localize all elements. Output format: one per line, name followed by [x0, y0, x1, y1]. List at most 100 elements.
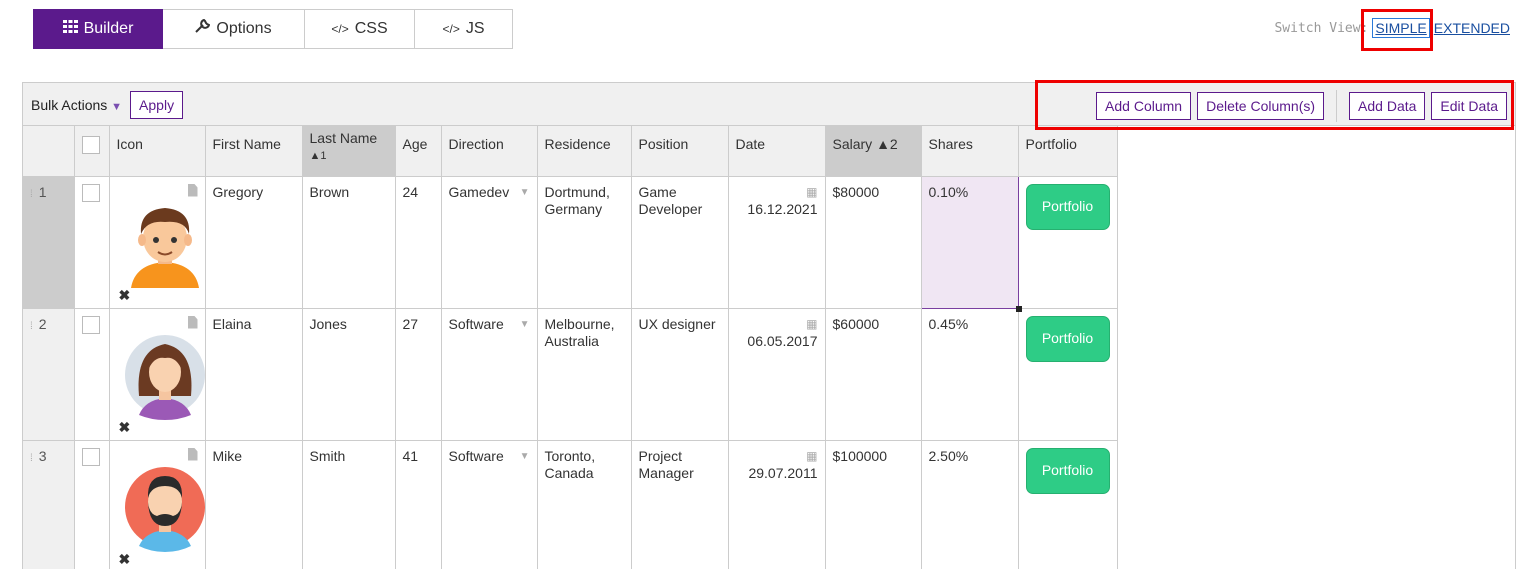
dropdown-arrow-icon[interactable]: ▼ [520, 184, 530, 201]
cell-age[interactable]: 41 [395, 440, 442, 569]
cell-last-name[interactable]: Brown [302, 176, 396, 309]
header-residence[interactable]: Residence [537, 126, 632, 177]
cell-icon[interactable]: ✖ [109, 176, 206, 309]
dropdown-arrow-icon[interactable]: ▼ [520, 316, 530, 333]
cell-direction[interactable]: Gamedev ▼ [441, 176, 538, 309]
fill-handle[interactable] [1015, 305, 1022, 312]
direction-value: Gamedev [448, 183, 510, 200]
file-icon[interactable] [187, 183, 198, 197]
cell-first-name[interactable]: Elaina [205, 308, 303, 441]
header-salary[interactable]: Salary ▲2 [825, 126, 922, 177]
cell-salary[interactable]: $80000 [825, 176, 922, 309]
header-shares[interactable]: Shares [921, 126, 1019, 177]
header-position[interactable]: Position [631, 126, 729, 177]
cell-date[interactable]: ▦ 06.05.2017 [728, 308, 826, 441]
tab-js-label: JS [465, 20, 485, 37]
header-last-name-label: Last Name [309, 130, 378, 146]
header-age[interactable]: Age [395, 126, 442, 177]
tab-css[interactable]: </> CSS [305, 9, 415, 49]
add-data-button[interactable]: Add Data [1349, 92, 1426, 120]
tab-css-label: CSS [354, 20, 388, 37]
add-column-button[interactable]: Add Column [1096, 92, 1192, 120]
cell-date[interactable]: ▦ 29.07.2011 [728, 440, 826, 569]
cell-residence[interactable]: Melbourne, Australia [537, 308, 632, 441]
header-date[interactable]: Date [728, 126, 826, 177]
cell-salary[interactable]: $100000 [825, 440, 922, 569]
cell-icon[interactable]: ✖ [109, 440, 206, 569]
cell-last-name[interactable]: Smith [302, 440, 396, 569]
cell-direction[interactable]: Software ▼ [441, 440, 538, 569]
header-select-all[interactable] [74, 126, 110, 177]
row-number[interactable]: ⁞ 2 [23, 308, 75, 441]
cell-age[interactable]: 24 [395, 176, 442, 309]
header-icon[interactable]: Icon [109, 126, 206, 177]
cell-age[interactable]: 27 [395, 308, 442, 441]
calendar-icon[interactable]: ▦ [736, 184, 817, 201]
row-select[interactable] [74, 308, 110, 441]
wrench-icon [195, 18, 211, 39]
cell-shares[interactable]: 2.50% [921, 440, 1019, 569]
table-row: ⁞ 2 ✖ Elaina Jones 27 Software ▼ Melbour… [23, 308, 1118, 441]
row-checkbox[interactable] [81, 183, 100, 202]
cell-direction[interactable]: Software ▼ [441, 308, 538, 441]
cell-position[interactable]: Project Manager [631, 440, 729, 569]
cell-position[interactable]: UX designer [631, 308, 729, 441]
header-rownum [23, 126, 75, 177]
bulk-actions-label: Bulk Actions [31, 97, 108, 113]
header-portfolio[interactable]: Portfolio [1018, 126, 1118, 177]
header-last-name[interactable]: Last Name ▲1 [302, 126, 396, 177]
apply-button[interactable]: Apply [130, 91, 184, 119]
cell-position[interactable]: Game Developer [631, 176, 729, 309]
row-number[interactable]: ⁞ 3 [23, 440, 75, 569]
toolbar-divider [1336, 90, 1338, 122]
row-select[interactable] [74, 176, 110, 309]
cell-last-name[interactable]: Jones [302, 308, 396, 441]
tab-options-label: Options [216, 20, 272, 37]
cell-shares[interactable]: 0.45% [921, 308, 1019, 441]
cell-icon[interactable]: ✖ [109, 308, 206, 441]
cell-residence[interactable]: Dortmund, Germany [537, 176, 632, 309]
row-checkbox[interactable] [81, 447, 100, 466]
cell-portfolio[interactable]: Portfolio [1018, 176, 1118, 309]
builder-tabs: Builder Options </> CSS </> JS [33, 9, 513, 51]
cell-salary[interactable]: $60000 [825, 308, 922, 441]
file-icon[interactable] [187, 315, 198, 329]
header-direction[interactable]: Direction [441, 126, 538, 177]
row-number[interactable]: ⁞ 1 [23, 176, 75, 309]
tab-builder[interactable]: Builder [33, 9, 163, 49]
cell-shares-selected[interactable]: 0.10% [920, 175, 1022, 312]
remove-icon[interactable]: ✖ [119, 287, 131, 304]
remove-icon[interactable]: ✖ [119, 551, 131, 568]
delete-columns-button[interactable]: Delete Column(s) [1197, 92, 1325, 120]
edit-data-button[interactable]: Edit Data [1431, 92, 1507, 120]
cell-first-name[interactable]: Gregory [205, 176, 303, 309]
bulk-actions-select[interactable]: Bulk Actions ▼ [31, 97, 122, 113]
file-icon[interactable] [187, 447, 198, 461]
cell-portfolio[interactable]: Portfolio [1018, 308, 1118, 441]
tab-js[interactable]: </> JS [415, 9, 513, 49]
view-extended-link[interactable]: EXTENDED [1434, 20, 1510, 36]
remove-icon[interactable]: ✖ [119, 419, 131, 436]
cell-first-name[interactable]: Mike [205, 440, 303, 569]
row-number-label: 3 [38, 447, 47, 464]
drag-handle-icon[interactable]: ⁞ [30, 189, 33, 200]
dropdown-arrow-icon[interactable]: ▼ [520, 448, 530, 465]
drag-handle-icon[interactable]: ⁞ [30, 453, 33, 464]
cell-portfolio[interactable]: Portfolio [1018, 440, 1118, 569]
portfolio-button[interactable]: Portfolio [1025, 183, 1110, 230]
row-select[interactable] [74, 440, 110, 569]
view-simple-link[interactable]: SIMPLE [1372, 18, 1430, 38]
header-first-name[interactable]: First Name [205, 126, 303, 177]
portfolio-button[interactable]: Portfolio [1025, 315, 1110, 362]
portfolio-button[interactable]: Portfolio [1025, 447, 1110, 494]
table-row: ⁞ 3 ✖ Mike Smith 41 Software ▼ Toronto, … [23, 440, 1118, 569]
calendar-icon[interactable]: ▦ [736, 316, 817, 333]
cell-date[interactable]: ▦ 16.12.2021 [728, 176, 826, 309]
select-all-checkbox[interactable] [81, 136, 100, 154]
tab-options[interactable]: Options [163, 9, 305, 49]
calendar-icon[interactable]: ▦ [736, 448, 817, 465]
drag-handle-icon[interactable]: ⁞ [30, 321, 33, 332]
cell-residence[interactable]: Toronto, Canada [537, 440, 632, 569]
row-checkbox[interactable] [81, 315, 100, 334]
row-number-label: 2 [38, 315, 47, 332]
